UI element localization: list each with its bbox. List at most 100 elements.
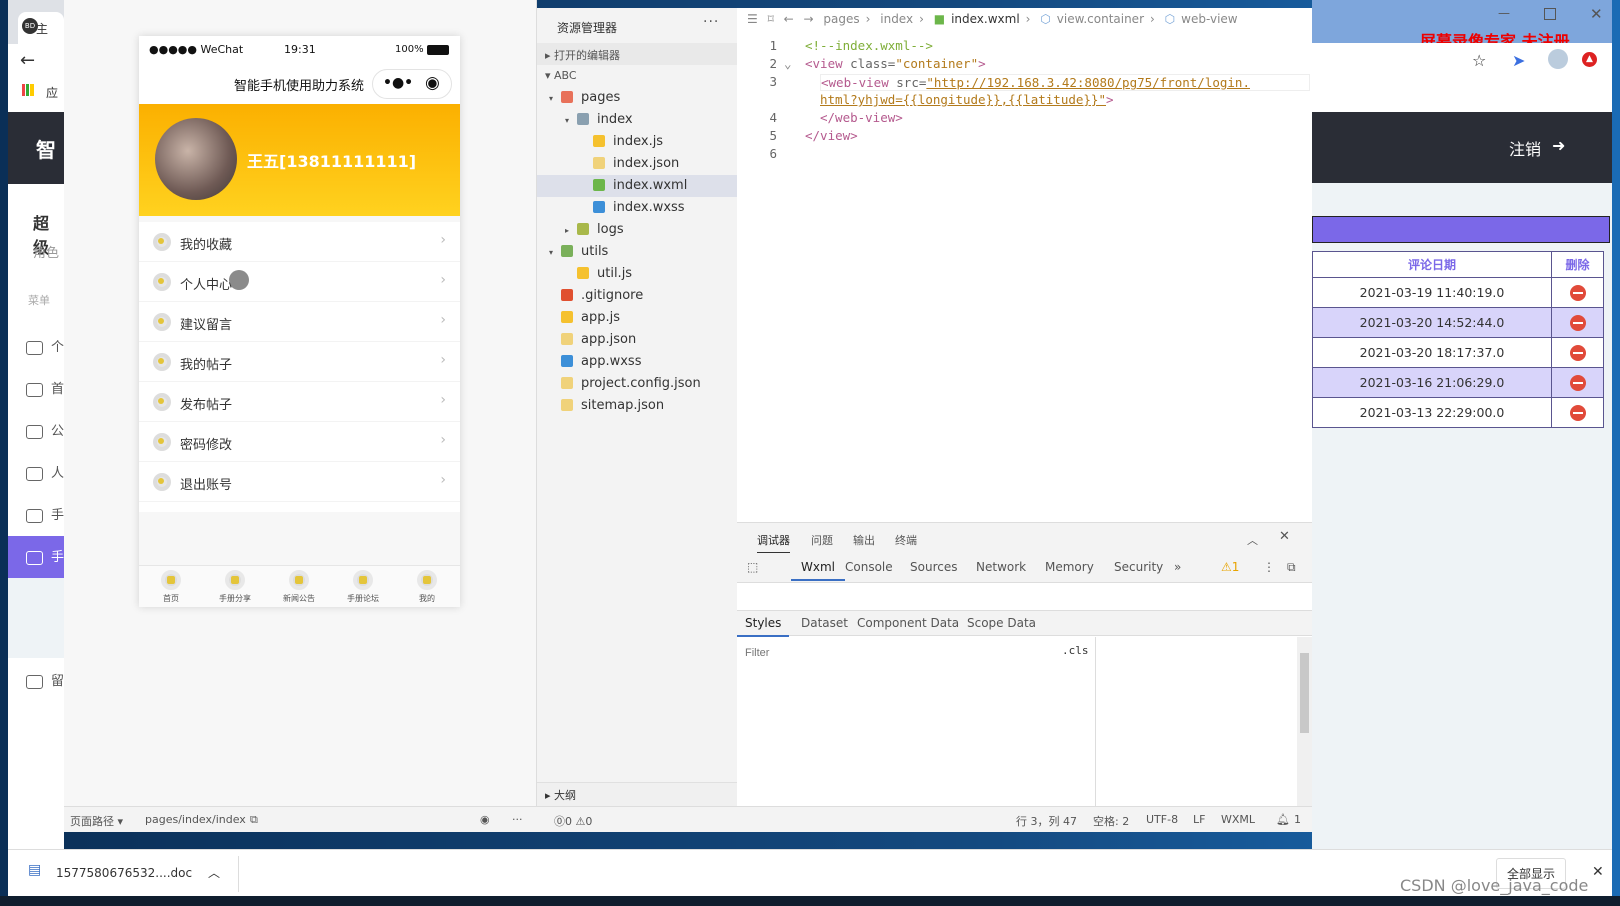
sidebar-item[interactable]: 首 [26, 378, 64, 398]
cursor-position[interactable]: 行 3，列 47 [1016, 813, 1077, 829]
line-ending[interactable]: LF [1193, 813, 1205, 826]
menu-item-new-post[interactable]: 发布帖子 › [139, 382, 460, 422]
close-icon[interactable]: ✕ [1592, 864, 1604, 880]
crumb[interactable]: index [880, 12, 913, 26]
sidebar-item[interactable]: 手 [26, 504, 64, 524]
tab-dataset[interactable]: Dataset [801, 616, 848, 630]
delete-icon[interactable] [1569, 404, 1586, 421]
back-icon[interactable]: ← [20, 50, 35, 71]
cls-button[interactable]: .cls [1062, 644, 1089, 657]
close-mini-program-icon[interactable]: ◉ [425, 73, 440, 93]
tree-item[interactable]: ▾ index [537, 109, 737, 131]
sidebar-item-active[interactable]: 手 [26, 546, 64, 566]
menu-item-password[interactable]: 密码修改 › [139, 422, 460, 462]
fold-chevron-icon[interactable]: ⌄ [784, 56, 792, 71]
crumb[interactable]: web-view [1181, 12, 1237, 26]
crumb[interactable]: index.wxml [951, 12, 1020, 26]
tab-forum[interactable]: 手册论坛 [331, 568, 395, 604]
warning-badge[interactable]: ⚠1 [1221, 560, 1239, 574]
chevron-down-icon[interactable]: ▾ [565, 110, 577, 132]
styles-filter-input[interactable] [741, 641, 1041, 661]
inspect-icon[interactable]: ⬚ [747, 560, 758, 574]
tab-network[interactable]: Network [976, 560, 1026, 574]
tab-output[interactable]: 输出 [853, 532, 875, 548]
eye-icon[interactable]: ◉ [480, 813, 490, 826]
more-icon[interactable]: ··· [512, 813, 523, 826]
tab-manual-share[interactable]: 手册分享 [203, 568, 267, 604]
profile-avatar[interactable] [1548, 49, 1568, 69]
page-path-dropdown[interactable]: 页面路径 ▾ [70, 813, 123, 829]
extension-icon[interactable]: ➤ [1512, 51, 1525, 70]
delete-icon[interactable] [1569, 284, 1586, 301]
apps-icon[interactable] [22, 84, 34, 96]
delete-icon[interactable] [1569, 314, 1586, 331]
bell-icon[interactable]: 🔔︎ [1276, 813, 1290, 826]
apps-label[interactable]: 应 [46, 84, 58, 101]
problems-count[interactable]: ⓪0 ⚠0 [554, 813, 592, 829]
scrollbar[interactable] [1297, 637, 1312, 807]
download-item[interactable]: 1577580676532....doc [56, 866, 192, 880]
logout-link[interactable]: 注销 [1509, 136, 1541, 160]
more-icon[interactable]: ··· [703, 14, 719, 30]
chevron-right-icon[interactable]: ▸ [565, 220, 577, 242]
back-icon[interactable]: ← [784, 12, 794, 26]
tab-terminal[interactable]: 终端 [895, 532, 917, 548]
tree-item[interactable]: project.config.json [537, 373, 737, 395]
tree-item[interactable]: index.js [537, 131, 737, 153]
menu-item-my-posts[interactable]: 我的帖子 › [139, 342, 460, 382]
tree-item[interactable]: .gitignore [537, 285, 737, 307]
tab-debugger[interactable]: 调试器 [757, 532, 790, 553]
tab-security[interactable]: Security [1114, 560, 1163, 574]
tree-item[interactable]: ▾ pages [537, 87, 737, 109]
update-icon[interactable]: ▲ [1582, 52, 1597, 67]
tree-item[interactable]: app.js [537, 307, 737, 329]
minimize-icon[interactable]: — [1498, 6, 1510, 20]
menu-item-favorites[interactable]: 我的收藏 › [139, 222, 460, 262]
sidebar-item[interactable]: 留 [26, 670, 64, 690]
chevron-down-icon[interactable]: ▾ [549, 242, 561, 264]
bookmark-star-icon[interactable]: ☆ [1472, 51, 1486, 70]
tab-home[interactable]: 首页 [139, 568, 203, 604]
kebab-menu-icon[interactable]: ⋮ [1263, 560, 1275, 574]
encoding[interactable]: UTF-8 [1146, 813, 1178, 826]
maximize-icon[interactable] [1544, 8, 1556, 20]
tree-item[interactable]: index.wxss [537, 197, 737, 219]
scrollbar-thumb[interactable] [1300, 653, 1309, 733]
tab-mine[interactable]: 我的 [395, 568, 459, 604]
tab-memory[interactable]: Memory [1045, 560, 1094, 574]
delete-icon[interactable] [1569, 374, 1586, 391]
tab-styles[interactable]: Styles [737, 616, 790, 637]
crumb[interactable]: view.container [1057, 12, 1144, 26]
tab-news[interactable]: 新闻公告 [267, 568, 331, 604]
tab-wxml[interactable]: Wxml [791, 560, 845, 581]
crumb[interactable]: pages [823, 12, 859, 26]
outline-section[interactable]: ▸ 大纲 [537, 782, 737, 806]
forward-icon[interactable]: → [803, 12, 813, 26]
tree-item[interactable]: app.json [537, 329, 737, 351]
tree-item[interactable]: sitemap.json [537, 395, 737, 417]
menu-item-profile[interactable]: 个人中心 › [139, 262, 460, 302]
chevron-down-icon[interactable]: ▾ [549, 88, 561, 110]
list-icon[interactable]: ☰ [747, 12, 758, 26]
chevron-up-icon[interactable]: ︿ [208, 864, 220, 881]
tab-scope-data[interactable]: Scope Data [967, 616, 1036, 630]
menu-item-feedback[interactable]: 建议留言 › [139, 302, 460, 342]
tree-item[interactable]: index.wxml [537, 175, 737, 197]
tab-sources[interactable]: Sources [910, 560, 957, 574]
avatar[interactable] [155, 118, 237, 200]
close-window-icon[interactable]: ✕ [1590, 5, 1603, 23]
open-editors-section[interactable]: ▸ 打开的编辑器 [537, 43, 737, 65]
more-tabs-icon[interactable]: » [1174, 560, 1181, 574]
logout-icon[interactable]: ➜ [1552, 136, 1565, 155]
tab-console[interactable]: Console [845, 560, 893, 574]
sidebar-item[interactable]: 个 [26, 336, 64, 356]
more-icon[interactable]: •●• [383, 75, 413, 91]
tree-item[interactable]: ▸ logs [537, 219, 737, 241]
sidebar-item[interactable]: 人 [26, 462, 64, 482]
bookmark-icon[interactable]: ⌑ [768, 12, 774, 26]
language-mode[interactable]: WXML [1221, 813, 1255, 826]
indentation[interactable]: 空格: 2 [1093, 813, 1129, 829]
tab-component-data[interactable]: Component Data [857, 616, 959, 630]
copy-icon[interactable]: ⧉ [250, 813, 258, 827]
undock-icon[interactable]: ⧉ [1287, 560, 1296, 575]
